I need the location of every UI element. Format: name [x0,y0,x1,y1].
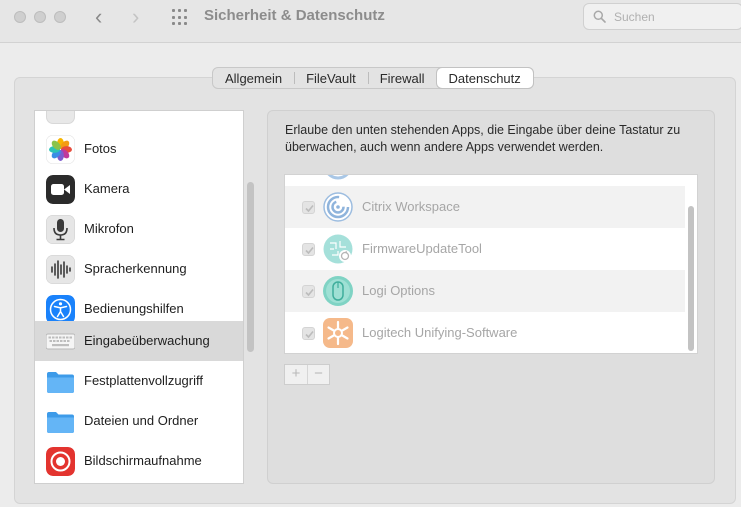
app-name: FirmwareUpdateTool [362,241,482,256]
app-row-partial[interactable] [285,175,685,186]
app-name: Logi Options [362,283,435,298]
microphone-icon [46,215,75,244]
waveform-icon [46,255,75,284]
citrix-icon [323,192,353,222]
partial-icon [46,111,75,124]
title-bar: ‹ › Sicherheit & Datenschutz Suchen [0,0,741,43]
accessibility-icon [46,295,75,324]
close-window-button[interactable] [14,11,26,23]
app-checkbox[interactable] [302,285,315,298]
sidebar-item-festplattenvollzugriff[interactable]: Festplattenvollzugriff [35,361,243,401]
tab-datenschutz[interactable]: Datenschutz [436,68,533,88]
app-checkbox[interactable] [302,201,315,214]
app-checkbox[interactable] [302,243,315,256]
sidebar-item-bildschirmaufnahme[interactable]: Bildschirmaufnahme [35,441,243,481]
app-row-firmwareupdatetool[interactable]: FirmwareUpdateTool [285,228,685,270]
logi-mouse-icon [323,276,353,306]
app-list-scrollbar[interactable] [688,206,694,351]
privacy-category-list[interactable]: Fotos Kamera Mikrofon Spracherkennung Be… [34,110,244,484]
partial-app-icon [327,175,349,180]
sidebar-item-partial[interactable] [35,111,243,129]
add-app-button[interactable]: + [285,365,307,384]
firmware-tool-icon [323,234,353,264]
sidebar-item-spracherkennung[interactable]: Spracherkennung [35,249,243,289]
sidebar-item-label: Bedienungshilfen [84,301,184,316]
sidebar-item-fotos[interactable]: Fotos [35,129,243,169]
app-name: Citrix Workspace [362,199,461,214]
sidebar-item-label: Eingabeüberwachung [84,333,210,348]
app-row-logi-options[interactable]: Logi Options [285,270,685,312]
zoom-window-button[interactable] [54,11,66,23]
sidebar-item-label: Festplattenvollzugriff [84,373,203,388]
tab-allgemein[interactable]: Allgemein [213,68,294,88]
permission-description: Erlaube den unten stehenden Apps, die Ei… [285,123,681,154]
search-placeholder: Suchen [614,10,655,24]
folder-icon [47,412,74,433]
show-all-grid-icon[interactable] [172,9,189,26]
sidebar-item-dateien-und-ordner[interactable]: Dateien und Ordner [35,401,243,441]
app-name: Logitech Unifying-Software [362,325,518,340]
sidebar-item-label: Mikrofon [84,221,134,236]
back-arrow-icon[interactable]: ‹ [95,6,102,28]
sidebar-item-label: Fotos [84,141,117,156]
search-icon [593,10,606,23]
app-checkbox[interactable] [302,327,315,340]
remove-app-button[interactable]: − [307,365,329,384]
search-field[interactable]: Suchen [583,3,741,30]
sidebar-item-label: Kamera [84,181,130,196]
sidebar-scrollbar[interactable] [247,182,254,352]
sidebar-item-label: Spracherkennung [84,261,187,276]
tab-firewall[interactable]: Firewall [367,68,437,88]
app-row-logitech-unifying-software[interactable]: Logitech Unifying-Software [285,312,685,353]
logitech-unifying-icon [323,318,353,348]
add-remove-control: + − [284,364,330,385]
sidebar-item-label: Bildschirmaufnahme [84,453,202,468]
app-row-citrix-workspace[interactable]: Citrix Workspace [285,186,685,228]
folder-icon [47,372,74,393]
photos-icon [46,135,75,164]
screen-record-icon [46,447,75,476]
tab-bar: Allgemein FileVault Firewall Datenschutz [212,67,534,89]
window-title: Sicherheit & Datenschutz [204,7,385,24]
minimize-window-button[interactable] [34,11,46,23]
tab-filevault[interactable]: FileVault [294,68,368,88]
sidebar-item-eingabeueberwachung[interactable]: Eingabeüberwachung [35,321,243,361]
app-permission-list[interactable]: Citrix Workspace FirmwareUpdateTool Logi… [284,174,698,354]
camera-icon [46,175,75,204]
forward-arrow-icon[interactable]: › [132,6,139,28]
sidebar-item-mikrofon[interactable]: Mikrofon [35,209,243,249]
sidebar-item-kamera[interactable]: Kamera [35,169,243,209]
sidebar-item-label: Dateien und Ordner [84,413,199,428]
keyboard-icon [46,333,75,350]
